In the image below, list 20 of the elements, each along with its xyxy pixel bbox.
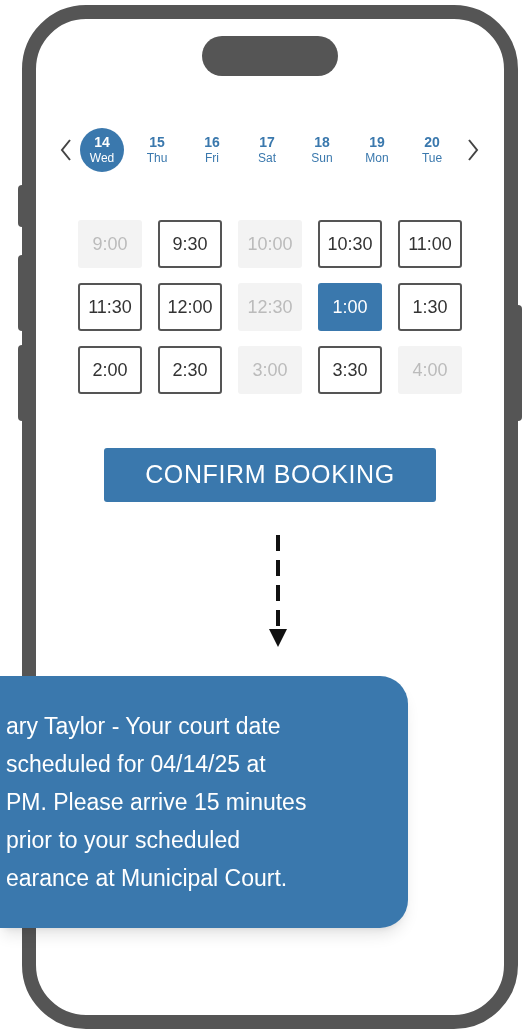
confirm-booking-button[interactable]: CONFIRM BOOKING: [104, 448, 436, 502]
time-slot[interactable]: 12:00: [158, 283, 222, 331]
time-slot[interactable]: 10:30: [318, 220, 382, 268]
time-slot[interactable]: 2:30: [158, 346, 222, 394]
date-item[interactable]: 18 Sun: [300, 128, 344, 172]
time-slot[interactable]: 1:00: [318, 283, 382, 331]
date-item[interactable]: 20 Tue: [410, 128, 454, 172]
time-slot[interactable]: 11:30: [78, 283, 142, 331]
dashed-arrow-icon: [266, 535, 290, 649]
time-slot[interactable]: 2:00: [78, 346, 142, 394]
message-text: ary Taylor - Your court date scheduled for 04/14/25 at PM. Please arrive 15 minutes prior to your scheduled earance at Municipal Court.: [5, 712, 307, 893]
date-item[interactable]: 17 Sat: [245, 128, 289, 172]
time-slot[interactable]: 9:30: [158, 220, 222, 268]
date-item[interactable]: 16 Fri: [190, 128, 234, 172]
date-item[interactable]: 14 Wed: [80, 128, 124, 172]
time-slot[interactable]: 11:00: [398, 220, 462, 268]
time-slot[interactable]: 1:30: [398, 283, 462, 331]
date-item[interactable]: 15 Thu: [135, 128, 179, 172]
time-slot[interactable]: 3:30: [318, 346, 382, 394]
date-item[interactable]: 19 Mon: [355, 128, 399, 172]
